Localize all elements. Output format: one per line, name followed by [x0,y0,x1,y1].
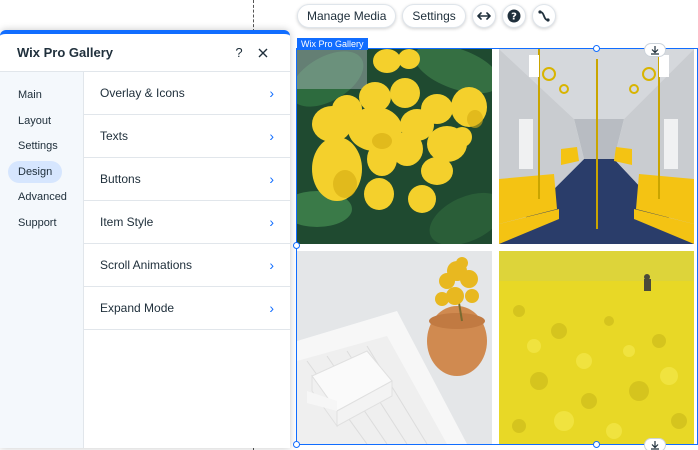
stretch-down-button-bottom[interactable] [644,438,666,450]
option-label: Expand Mode [100,301,175,315]
stretch-icon [476,12,491,20]
option-buttons[interactable]: Buttons › [84,158,290,201]
selection-label: Wix Pro Gallery [297,38,368,50]
sidebar-item-design[interactable]: Design [8,160,63,183]
resize-handle-top[interactable] [593,45,600,52]
option-label: Buttons [100,172,141,186]
gallery-settings-panel: Wix Pro Gallery ? Main Layout Settings D… [0,30,290,448]
svg-text:?: ? [511,12,517,23]
manage-media-button[interactable]: Manage Media [297,4,397,28]
sidebar-item-advanced[interactable]: Advanced [8,186,77,208]
panel-title: Wix Pro Gallery [17,45,113,60]
option-item-style[interactable]: Item Style › [84,201,290,244]
gallery-toolbar: Manage Media Settings ? [297,4,556,28]
sidebar-item-settings[interactable]: Settings [8,135,68,157]
option-expand-mode[interactable]: Expand Mode › [84,287,290,330]
gallery-item-soap[interactable] [297,251,492,444]
panel-close-button[interactable] [253,43,273,63]
sidebar-item-layout[interactable]: Layout [8,110,61,132]
option-label: Overlay & Icons [100,86,185,100]
gallery-item-lemons[interactable] [297,49,492,244]
guide-line [253,0,254,32]
soap-image [297,251,492,444]
chevron-right-icon: › [269,128,274,144]
field-image [499,251,694,444]
help-icon: ? [507,9,521,23]
panel-sidebar: Main Layout Settings Design Advanced Sup… [0,72,84,448]
gallery-item-subway[interactable] [499,49,694,244]
subway-image [499,49,694,244]
option-label: Texts [100,129,129,143]
resize-handle-left[interactable] [293,242,300,249]
option-overlay-icons[interactable]: Overlay & Icons › [84,72,290,115]
option-texts[interactable]: Texts › [84,115,290,158]
option-scroll-animations[interactable]: Scroll Animations › [84,244,290,287]
animation-button[interactable] [531,4,556,28]
chevron-right-icon: › [269,85,274,101]
question-icon: ? [235,45,243,60]
stretch-down-button[interactable] [644,43,666,57]
panel-header: Wix Pro Gallery ? [0,34,290,72]
sidebar-item-main[interactable]: Main [8,84,52,106]
chevron-right-icon: › [269,300,274,316]
resize-handle-bottom[interactable] [593,441,600,448]
close-icon [258,48,268,57]
resize-handle-bottom-left[interactable] [293,441,300,448]
option-label: Scroll Animations [100,258,193,272]
help-button[interactable]: ? [501,4,526,28]
design-options-list: Overlay & Icons › Texts › Buttons › Item… [84,72,290,448]
download-icon [651,46,659,55]
settings-button[interactable]: Settings [402,4,466,28]
animation-icon [538,10,550,22]
chevron-right-icon: › [269,214,274,230]
download-icon [651,441,659,450]
chevron-right-icon: › [269,257,274,273]
stretch-button[interactable] [471,4,496,28]
sidebar-item-support[interactable]: Support [8,212,67,234]
chevron-right-icon: › [269,171,274,187]
option-label: Item Style [100,215,154,229]
lemons-image [297,49,492,244]
panel-help-button[interactable]: ? [229,43,249,63]
gallery-item-field[interactable] [499,251,694,444]
